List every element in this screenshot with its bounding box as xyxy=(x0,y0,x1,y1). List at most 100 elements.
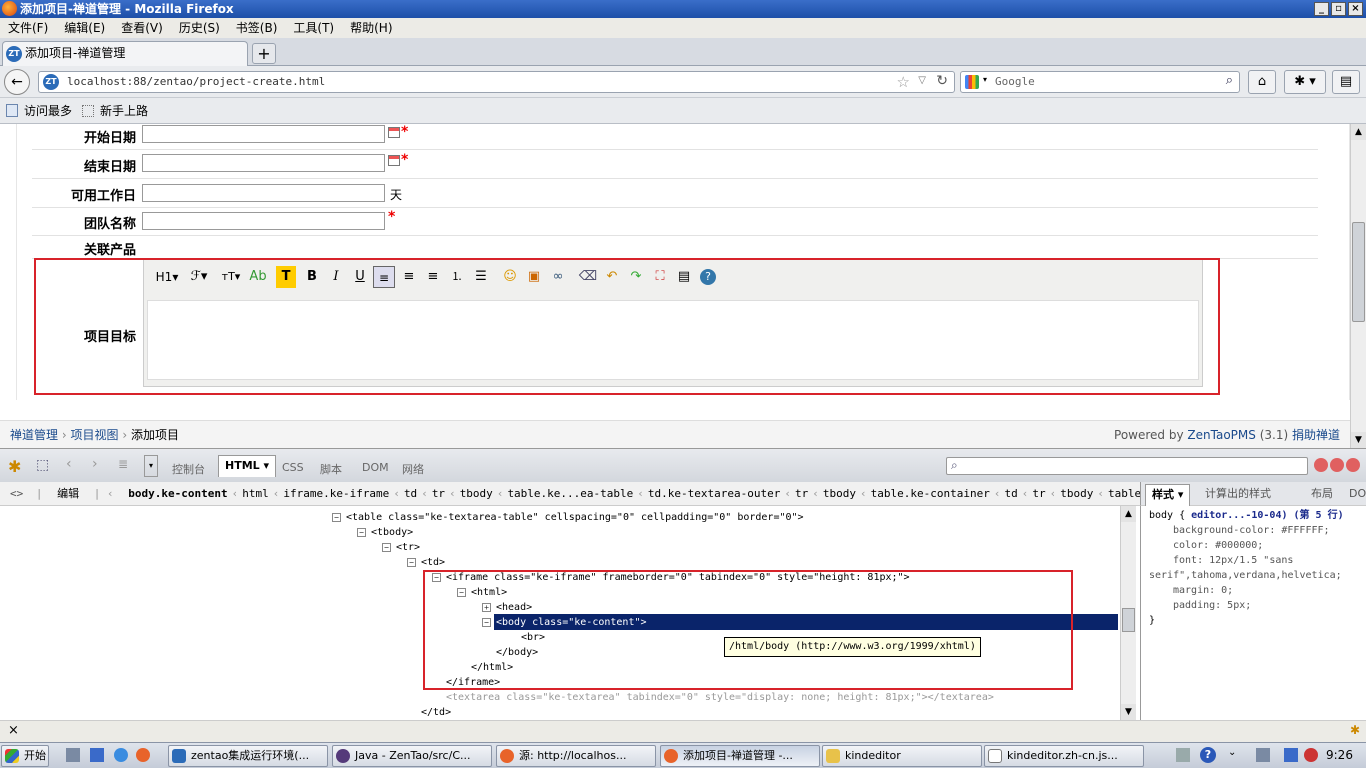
tray-display-icon[interactable] xyxy=(1284,748,1298,762)
new-tab-button[interactable]: + xyxy=(252,43,276,64)
crumb-project-view[interactable]: 项目视图 xyxy=(70,428,118,442)
quicklaunch-computer-icon[interactable] xyxy=(66,748,80,762)
tray-network-icon[interactable] xyxy=(1256,748,1270,762)
calendar-icon[interactable] xyxy=(388,155,400,166)
menu-tools[interactable]: 工具(T) xyxy=(285,18,342,38)
task-eclipse[interactable]: Java - ZenTao/src/C... xyxy=(332,745,492,767)
search-bar[interactable]: ▾ Google ⌕ xyxy=(960,71,1240,93)
reload-icon[interactable]: ↻ xyxy=(936,73,948,89)
menu-bookmarks[interactable]: 书签(B) xyxy=(228,18,286,38)
page-scrollbar[interactable]: ▲ ▼ xyxy=(1350,124,1366,448)
fb-crumb-item[interactable]: td xyxy=(1004,487,1017,500)
end-date-input[interactable] xyxy=(142,154,385,172)
scroll-down-icon[interactable]: ▼ xyxy=(1121,704,1136,720)
bookmark-most-visited[interactable]: 访问最多 xyxy=(24,98,72,124)
quicklaunch-firefox-icon[interactable] xyxy=(136,748,150,762)
fb-crumb-item[interactable]: td.ke-textarea-outer xyxy=(648,487,780,500)
fb-crumb-item[interactable]: tbody xyxy=(1060,487,1093,500)
task-zentao-env[interactable]: zentao集成运行环境(... xyxy=(168,745,328,767)
donate-link[interactable]: 捐助禅道 xyxy=(1292,428,1340,442)
fb-crumb-item[interactable]: td xyxy=(404,487,417,500)
search-go-icon[interactable]: ⌕ xyxy=(1226,73,1233,88)
url-text[interactable]: localhost:88/zentao/project-create.html xyxy=(67,72,325,92)
crumb-zentao[interactable]: 禅道管理 xyxy=(10,428,58,442)
fb-search-input[interactable]: ⌕ xyxy=(946,457,1308,475)
list-icon[interactable]: ≣ xyxy=(118,457,128,471)
collapse-icon[interactable]: − xyxy=(357,528,366,537)
calendar-icon[interactable] xyxy=(388,127,400,138)
fb-tab-script[interactable]: 脚本 xyxy=(320,461,342,477)
tray-volume-icon[interactable] xyxy=(1304,748,1318,762)
quicklaunch-desktop-icon[interactable] xyxy=(90,748,104,762)
fb-tab-html[interactable]: HTML ▾ xyxy=(218,455,277,477)
collapse-icon[interactable]: − xyxy=(407,558,416,567)
firebug-status-icon[interactable]: ✱ xyxy=(1350,723,1360,737)
back-arrow-icon[interactable]: ‹ xyxy=(66,456,72,472)
fb-crumb-item[interactable]: tr xyxy=(795,487,808,500)
task-firefox-active[interactable]: 添加项目-禅道管理 -... xyxy=(660,745,820,767)
tab-add-project[interactable]: ZT 添加项目-禅道管理 xyxy=(2,41,248,66)
url-bar[interactable]: ZT localhost:88/zentao/project-create.ht… xyxy=(38,71,955,93)
fb-crumb-item[interactable]: table.table-1 xyxy=(1108,487,1140,500)
scroll-up-icon[interactable]: ▲ xyxy=(1121,506,1136,522)
fb-html-scrollbar[interactable]: ▲ ▼ xyxy=(1120,506,1136,720)
tray-help-icon[interactable]: ? xyxy=(1200,747,1216,763)
scroll-thumb[interactable] xyxy=(1122,608,1135,632)
inspect-icon[interactable]: ⬚ xyxy=(36,457,49,473)
css-selector[interactable]: body { xyxy=(1149,510,1185,521)
home-button[interactable]: ⌂ xyxy=(1248,70,1276,94)
close-findbar-icon[interactable]: × xyxy=(8,723,19,738)
engine-dropdown-icon[interactable]: ▾ xyxy=(983,75,987,84)
collapse-icon[interactable]: − xyxy=(332,513,341,522)
fb-detach-icon[interactable] xyxy=(1330,458,1344,472)
fb-crumb-item[interactable]: html xyxy=(242,487,269,500)
close-window-button[interactable]: × xyxy=(1348,2,1363,16)
team-input[interactable] xyxy=(142,212,385,230)
tree-node-td-close[interactable]: </td> xyxy=(421,705,451,720)
task-kindeditor-folder[interactable]: kindeditor xyxy=(822,745,982,767)
menu-file[interactable]: 文件(F) xyxy=(0,18,56,38)
tray-keyboard-icon[interactable] xyxy=(1176,748,1190,762)
css-source-link[interactable]: editor...-10-04) (第 5 行) xyxy=(1191,510,1343,521)
minimize-button[interactable]: _ xyxy=(1314,2,1329,16)
fb-side-tab-dom[interactable]: DOM xyxy=(1349,482,1366,506)
menu-view[interactable]: 查看(V) xyxy=(113,18,171,38)
menu-edit[interactable]: 编辑(E) xyxy=(56,18,113,38)
menu-history[interactable]: 历史(S) xyxy=(171,18,228,38)
tree-node-textarea[interactable]: <textarea class="ke-textarea" tabindex="… xyxy=(446,690,994,705)
fb-crumb-item[interactable]: iframe.ke-iframe xyxy=(283,487,389,500)
css-prop-color[interactable]: color: #000000; xyxy=(1141,538,1366,553)
css-prop-margin[interactable]: margin: 0; xyxy=(1141,583,1366,598)
fb-minimize-icon[interactable] xyxy=(1314,458,1328,472)
maximize-button[interactable]: ▫ xyxy=(1331,2,1346,16)
tray-expand-icon[interactable]: ⌄ xyxy=(1228,747,1236,758)
bookmark-star-icon[interactable]: ☆ xyxy=(897,73,910,91)
fb-side-tab-layout[interactable]: 布局 xyxy=(1311,482,1333,506)
fb-crumb-item[interactable]: table.ke-container xyxy=(871,487,990,500)
tree-node-td[interactable]: <td> xyxy=(421,555,445,570)
fb-tab-css[interactable]: CSS xyxy=(282,461,304,474)
task-kindeditor-js[interactable]: kindeditor.zh-cn.js... xyxy=(984,745,1144,767)
fb-toggle-icon[interactable]: <> xyxy=(10,487,23,500)
fb-tab-dom[interactable]: DOM xyxy=(362,461,389,474)
scroll-down-icon[interactable]: ▼ xyxy=(1351,432,1366,448)
firebug-menu-icon[interactable]: ✱ xyxy=(8,457,21,476)
google-engine-icon[interactable] xyxy=(965,75,979,89)
css-prop-font[interactable]: font: 12px/1.5 "sans xyxy=(1141,553,1366,568)
fb-close-icon[interactable] xyxy=(1346,458,1360,472)
fb-crumb-item[interactable]: body.ke-content xyxy=(128,487,227,500)
site-identity-icon[interactable]: ZT xyxy=(43,74,59,90)
quicklaunch-ie-icon[interactable] xyxy=(114,748,128,762)
css-prop-font-cont[interactable]: serif",tahoma,verdana,helvetica; xyxy=(1141,568,1366,583)
addon-button[interactable]: ▤ xyxy=(1332,70,1360,94)
begin-date-input[interactable] xyxy=(142,125,385,143)
fb-side-tab-style[interactable]: 样式 ▾ xyxy=(1145,484,1191,506)
css-prop-bg[interactable]: background-color: #FFFFFF; xyxy=(1141,523,1366,538)
fb-side-tab-computed[interactable]: 计算出的样式 xyxy=(1205,482,1271,506)
fb-edit-button[interactable]: 编辑 xyxy=(57,487,79,500)
fb-crumb-item[interactable]: tr xyxy=(1032,487,1045,500)
tree-node-table[interactable]: <table class="ke-textarea-table" cellspa… xyxy=(346,510,804,525)
start-button[interactable]: 开始 xyxy=(1,745,49,767)
days-input[interactable] xyxy=(142,184,385,202)
fb-crumb-item[interactable]: tbody xyxy=(823,487,856,500)
